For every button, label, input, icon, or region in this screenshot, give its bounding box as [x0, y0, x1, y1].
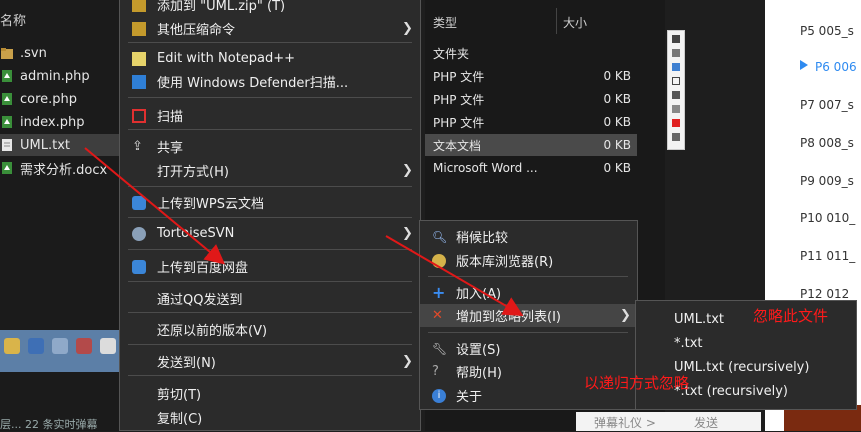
annotation-arrows: [84, 147, 524, 317]
annotation-ignore-recursive: 以递归方式忽略: [584, 374, 690, 392]
annotation-arrow: [84, 147, 226, 265]
annotation-arrow: [385, 235, 524, 317]
annotation-ignore-file: 忽略此文件: [753, 307, 829, 325]
